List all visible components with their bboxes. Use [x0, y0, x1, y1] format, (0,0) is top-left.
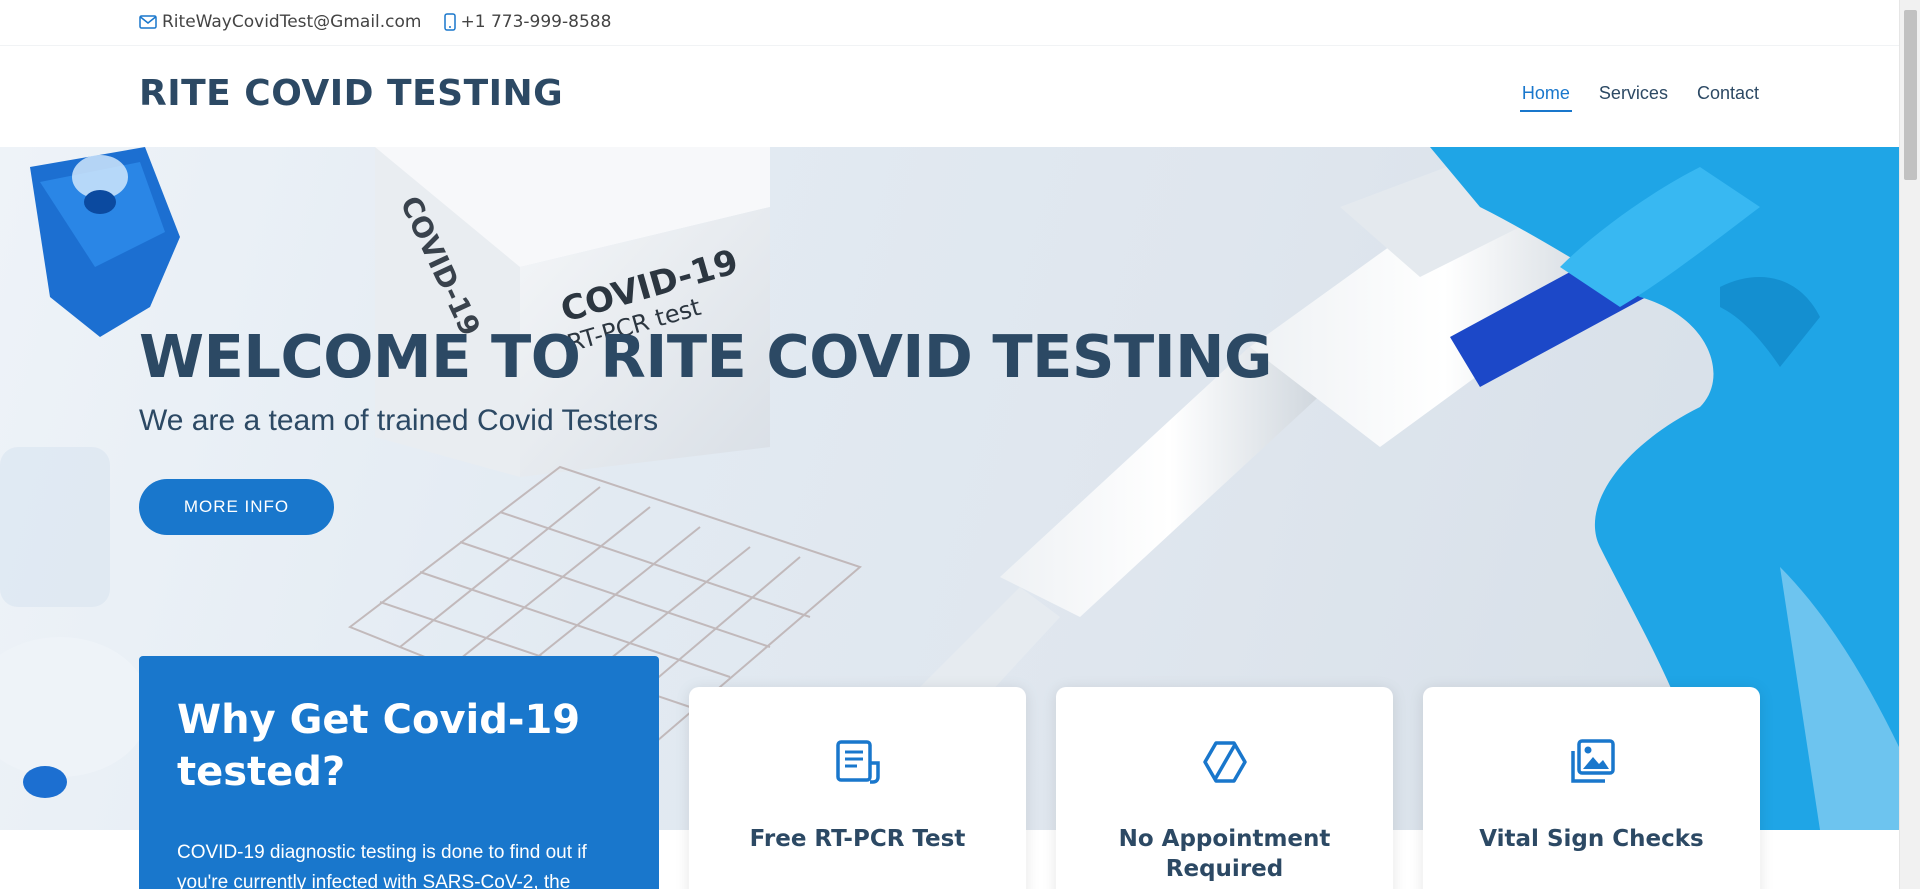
phone-icon: [443, 13, 456, 31]
nav-contact[interactable]: Contact: [1697, 83, 1759, 112]
service-card-vital-signs[interactable]: Vital Sign Checks: [1423, 687, 1760, 889]
main-nav: Home Services Contact: [1493, 83, 1759, 112]
why-tested-box: Why Get Covid-19 tested? COVID-19 diagno…: [139, 656, 659, 889]
service-card-title: No Appointment Required: [1118, 826, 1331, 882]
bottle-shape: [0, 447, 150, 798]
service-card-title: Vital Sign Checks: [1479, 826, 1704, 852]
site-logo[interactable]: RITE COVID TESTING: [139, 73, 563, 114]
email-contact[interactable]: RiteWayCovidTest@Gmail.com: [139, 12, 422, 32]
service-card-rt-pcr[interactable]: Free RT-PCR Test: [689, 687, 1026, 889]
phone-contact[interactable]: +1 773-999-8588: [443, 12, 612, 32]
receipt-icon: [835, 740, 880, 784]
why-tested-title: Why Get Covid-19 tested?: [177, 697, 581, 795]
images-icon: [1570, 739, 1615, 783]
email-text[interactable]: RiteWayCovidTest@Gmail.com: [162, 12, 422, 32]
nav-home[interactable]: Home: [1519, 83, 1572, 112]
hero-subtitle: We are a team of trained Covid Testers: [139, 404, 659, 437]
hero-title: WELCOME TO RITE COVID TESTING: [139, 322, 1272, 391]
page-scrollbar[interactable]: [1899, 0, 1920, 889]
site-header: RITE COVID TESTING Home Services Contact: [0, 47, 1899, 147]
cube-icon: [1202, 741, 1247, 783]
envelope-icon: [139, 15, 157, 29]
phone-text[interactable]: +1 773-999-8588: [461, 12, 612, 32]
service-card-title: Free RT-PCR Test: [749, 826, 966, 852]
service-card-no-appointment[interactable]: No Appointment Required: [1056, 687, 1393, 889]
scrollbar-thumb[interactable]: [1904, 10, 1917, 180]
nav-services[interactable]: Services: [1599, 83, 1668, 112]
tube-rack-shape: [30, 147, 180, 337]
more-info-button[interactable]: MORE INFO: [139, 479, 334, 535]
why-tested-text: COVID-19 diagnostic testing is done to f…: [177, 842, 587, 889]
top-contact-bar: RiteWayCovidTest@Gmail.com +1 773-999-85…: [0, 0, 1899, 46]
